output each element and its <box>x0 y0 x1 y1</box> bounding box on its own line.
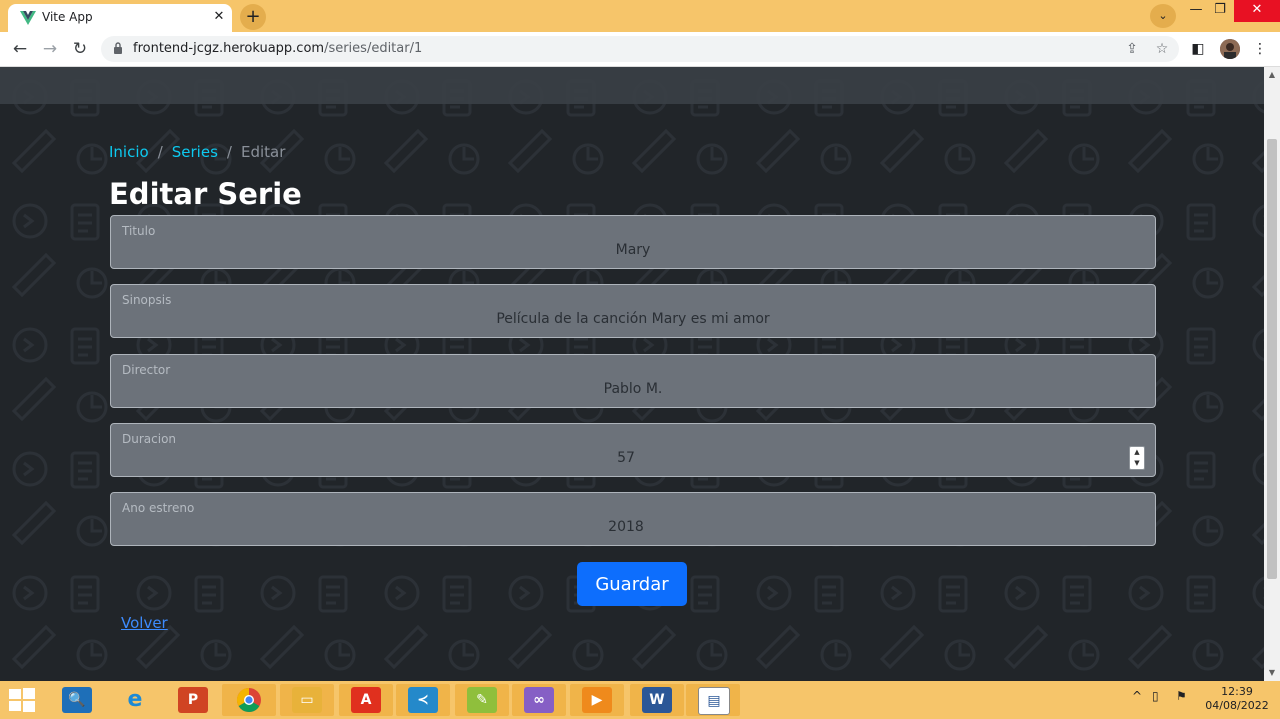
vscode-icon: ≺ <box>408 687 438 713</box>
clock-date: 04/08/2022 <box>1205 699 1269 712</box>
tab-search-button[interactable]: ⌄ <box>1150 4 1176 28</box>
windows-start-icon[interactable] <box>8 687 36 713</box>
internet-explorer-icon: e <box>127 687 143 712</box>
url-text[interactable]: frontend-jcgz.herokuapp.com/series/edita… <box>133 41 422 56</box>
sinopsis-input[interactable] <box>111 309 1155 329</box>
director-field[interactable]: Director <box>110 354 1156 408</box>
pdf-reader-icon: A <box>351 687 381 713</box>
windows-taskbar: 🔍 e P ▭ A ≺ ✎ ∞ ▶ W ▤ ^ ▯ ⚑ 12:39 04/08/… <box>0 681 1280 719</box>
taskbar-visual-studio[interactable]: ∞ <box>512 684 566 716</box>
taskbar-clock[interactable]: 12:39 04/08/2022 <box>1200 685 1274 713</box>
director-input[interactable] <box>111 379 1155 399</box>
taskbar-web-app[interactable]: ▤ <box>686 684 740 716</box>
duracion-label: Duracion <box>122 432 177 446</box>
action-center-flag-icon[interactable]: ⚑ <box>1176 689 1187 703</box>
scroll-thumb[interactable] <box>1267 139 1277 579</box>
titulo-input[interactable] <box>111 240 1155 260</box>
taskbar-file-explorer[interactable]: ▭ <box>280 684 334 716</box>
duracion-input[interactable] <box>111 448 1141 468</box>
taskbar-media-player[interactable]: ▶ <box>570 684 624 716</box>
vue-logo-icon <box>20 11 36 25</box>
browser-tab-bar: Vite App ✕ + ⌄ — ❐ ✕ <box>0 0 1280 32</box>
duracion-stepper[interactable]: ▲ ▼ <box>1129 446 1145 470</box>
address-bar[interactable]: frontend-jcgz.herokuapp.com/series/edita… <box>101 36 1179 62</box>
profile-avatar[interactable] <box>1220 39 1240 59</box>
ano-estreno-label: Ano estreno <box>122 501 195 515</box>
profile-photo-icon <box>1220 39 1240 59</box>
taskbar-search-app[interactable]: 🔍 <box>50 684 104 716</box>
titulo-label: Titulo <box>122 224 156 238</box>
volver-link[interactable]: Volver <box>121 614 168 632</box>
magnifier-globe-icon: 🔍 <box>62 687 92 713</box>
media-player-icon: ▶ <box>582 687 612 713</box>
guardar-button[interactable]: Guardar <box>577 562 687 606</box>
new-tab-button[interactable]: + <box>240 4 266 30</box>
breadcrumb-separator: / <box>226 143 232 161</box>
taskbar-chrome[interactable] <box>222 684 276 716</box>
titulo-field[interactable]: Titulo <box>110 215 1156 269</box>
reload-icon[interactable]: ↻ <box>68 37 92 61</box>
browser-tab[interactable]: Vite App ✕ <box>8 4 232 32</box>
director-label: Director <box>122 363 171 377</box>
taskbar-pdf-reader[interactable]: A <box>339 684 393 716</box>
word-icon: W <box>642 687 672 713</box>
stepper-up-icon[interactable]: ▲ <box>1130 447 1144 458</box>
breadcrumb-separator: / <box>157 143 163 161</box>
menu-kebab-icon[interactable]: ⋮ <box>1250 39 1270 59</box>
taskbar-notepad-plus-plus[interactable]: ✎ <box>455 684 509 716</box>
chrome-icon <box>236 688 261 713</box>
tray-chevron-icon[interactable]: ^ <box>1132 689 1142 703</box>
forward-arrow-icon[interactable]: → <box>38 37 62 61</box>
share-icon[interactable]: ⇪ <box>1123 40 1141 58</box>
notepad-plus-plus-icon: ✎ <box>467 687 497 713</box>
restore-button[interactable]: ❐ <box>1204 0 1236 22</box>
sinopsis-label: Sinopsis <box>122 293 172 307</box>
scroll-up-icon[interactable]: ▲ <box>1264 67 1280 83</box>
url-path: /series/editar/1 <box>324 41 423 56</box>
window-close-button[interactable]: ✕ <box>1234 0 1280 22</box>
tab-title: Vite App <box>42 10 93 24</box>
top-nav-strip <box>0 67 1264 104</box>
sinopsis-field[interactable]: Sinopsis <box>110 284 1156 338</box>
window-app-icon: ▤ <box>698 687 730 715</box>
duracion-field[interactable]: Duracion ▲ ▼ <box>110 423 1156 477</box>
page-title: Editar Serie <box>109 177 302 211</box>
breadcrumb: Inicio / Series / Editar <box>109 143 285 161</box>
chevron-down-icon: ⌄ <box>1158 9 1168 22</box>
network-icon[interactable]: ▯ <box>1152 689 1159 703</box>
ano-estreno-input[interactable] <box>111 517 1141 537</box>
page-scrollbar[interactable]: ▲ ▼ <box>1264 67 1280 681</box>
powerpoint-icon: P <box>178 687 208 713</box>
browser-toolbar: ← → ↻ frontend-jcgz.herokuapp.com/series… <box>0 32 1280 67</box>
visual-studio-icon: ∞ <box>524 687 554 713</box>
url-host: frontend-jcgz.herokuapp.com <box>133 41 325 56</box>
lock-icon <box>114 42 122 54</box>
folder-icon: ▭ <box>292 687 322 713</box>
breadcrumb-link-series[interactable]: Series <box>172 143 218 161</box>
taskbar-powerpoint[interactable]: P <box>166 684 220 716</box>
taskbar-vscode[interactable]: ≺ <box>396 684 450 716</box>
back-arrow-icon[interactable]: ← <box>8 37 32 61</box>
stepper-down-icon[interactable]: ▼ <box>1130 458 1144 469</box>
scroll-down-icon[interactable]: ▼ <box>1264 665 1280 681</box>
side-panel-icon[interactable]: ◧ <box>1188 39 1208 59</box>
tab-close-icon[interactable]: ✕ <box>210 8 228 26</box>
breadcrumb-current: Editar <box>240 143 286 161</box>
breadcrumb-link-inicio[interactable]: Inicio <box>109 143 149 161</box>
taskbar-word[interactable]: W <box>630 684 684 716</box>
taskbar-internet-explorer[interactable]: e <box>108 684 162 716</box>
page-viewport: Inicio / Series / Editar Editar Serie Titulo… <box>0 67 1264 681</box>
bookmark-star-icon[interactable]: ☆ <box>1153 40 1171 58</box>
clock-time: 12:39 <box>1221 685 1253 698</box>
ano-estreno-field[interactable]: Ano estreno <box>110 492 1156 546</box>
